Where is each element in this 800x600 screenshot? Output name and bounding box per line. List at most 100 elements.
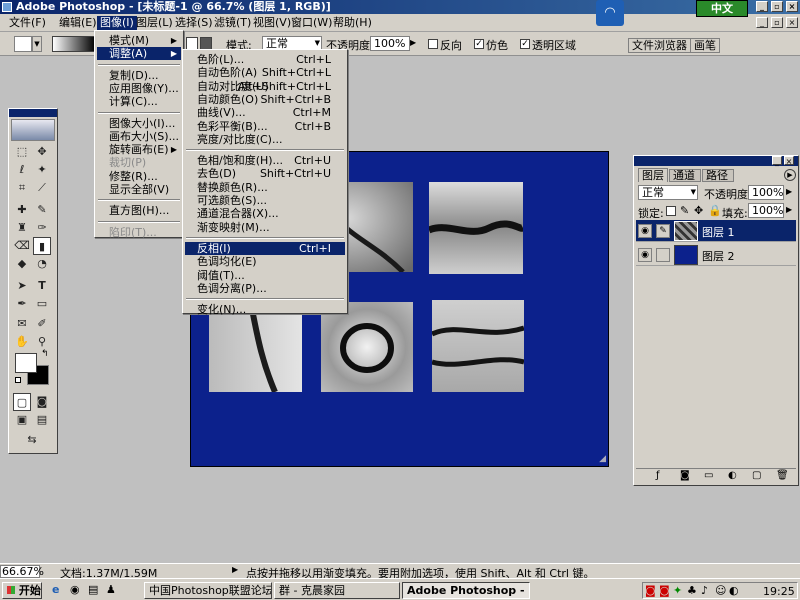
doc-minimize-icon[interactable]: _ — [756, 17, 768, 28]
history-brush-tool-icon[interactable]: ✑ — [33, 219, 51, 237]
default-colors-icon[interactable] — [15, 377, 21, 383]
blur-tool-icon[interactable]: ◆ — [13, 255, 31, 273]
menu-window[interactable]: 窗口(W) — [288, 16, 335, 30]
menu-item[interactable]: 修整(R)... — [97, 170, 181, 183]
lock-all-icon[interactable]: 🔒 — [708, 204, 722, 217]
tab-layers[interactable]: 图层 — [638, 168, 668, 182]
desktop-quicklaunch-icon[interactable]: ▤ — [88, 583, 98, 596]
tray-icon-4[interactable]: ♣ — [687, 584, 697, 597]
menu-item[interactable]: 图像大小(I)... — [97, 117, 181, 130]
tray-icon-7[interactable]: ◐ — [729, 584, 739, 597]
menu-item[interactable]: 旋转画布(E) ▶ — [97, 143, 181, 156]
full-screen-mode-icon[interactable]: ▤ — [33, 411, 51, 429]
menu-item[interactable]: 亮度/对比度(C)... — [185, 133, 345, 146]
fill-arrow-icon[interactable]: ▶ — [786, 205, 792, 214]
delete-layer-icon[interactable]: 🗑 — [776, 470, 789, 481]
adobe-logo-icon[interactable] — [11, 119, 55, 141]
layer-opacity-input[interactable]: 100% — [748, 185, 784, 200]
screen-mode-icon[interactable]: ▣ — [13, 411, 31, 429]
menu-select[interactable]: 选择(S) — [172, 16, 216, 30]
menu-item[interactable]: 自动颜色(O) Shift+Ctrl+B — [185, 93, 345, 106]
menu-item[interactable]: 替换颜色(R)... — [185, 181, 345, 194]
layer-visibility-eye-icon[interactable]: ◉ — [638, 248, 652, 262]
lock-paint-icon[interactable]: ✎ — [680, 204, 689, 217]
opacity-input[interactable]: 100% — [370, 36, 410, 51]
menu-item[interactable]: 去色(D) Shift+Ctrl+U — [185, 167, 345, 180]
panel-minimize-icon[interactable]: _ — [772, 156, 782, 166]
tray-icon-2[interactable]: ◙ — [659, 584, 670, 597]
gradient-tool-icon[interactable]: ▮ — [33, 237, 51, 255]
zoom-level-input[interactable]: 66.67% — [0, 565, 44, 578]
menu-item[interactable]: 通道混合器(X)... — [185, 207, 345, 220]
hand-tool-icon[interactable]: ✋ — [13, 333, 31, 351]
menu-image[interactable]: 图像(I) — [97, 16, 137, 30]
lasso-tool-icon[interactable]: ℓ — [13, 161, 31, 179]
dodge-tool-icon[interactable]: ◔ — [33, 255, 51, 273]
opacity-arrow-icon[interactable]: ▶ — [410, 38, 416, 47]
lock-move-icon[interactable]: ✥ — [694, 204, 703, 217]
lock-transparency-checkbox[interactable] — [666, 206, 676, 216]
menu-item[interactable]: 自动对比度(U) Alt+Shift+Ctrl+L — [185, 80, 345, 93]
menu-item[interactable]: 色彩平衡(B)... Ctrl+B — [185, 120, 345, 133]
menu-item[interactable]: 计算(C)... — [97, 95, 181, 108]
new-layer-icon[interactable]: ▢ — [752, 470, 761, 481]
tray-icon-6[interactable]: ☺ — [715, 584, 726, 597]
tab-brushes[interactable]: 画笔 — [690, 38, 720, 53]
layer-row-2[interactable]: ◉ 图层 2 — [636, 244, 796, 266]
menu-item[interactable]: 复制(D)... — [97, 69, 181, 82]
layer-style-icon[interactable]: ƒ — [656, 470, 660, 481]
fill-input[interactable]: 100% — [748, 203, 784, 218]
quicklaunch-icon-2[interactable]: ◉ — [70, 583, 80, 596]
tab-channels[interactable]: 通道 — [669, 169, 701, 182]
type-tool-icon[interactable]: T — [33, 277, 51, 295]
path-selection-tool-icon[interactable]: ➤ — [13, 277, 31, 295]
menu-item[interactable]: 模式(M) ▶ — [97, 34, 181, 47]
tray-icon-5[interactable]: ♪ — [701, 584, 708, 597]
minimize-icon[interactable]: _ — [756, 1, 768, 12]
eye-logo-icon[interactable]: ◠ — [596, 0, 624, 26]
task-photoshop[interactable]: Adobe Photoshop - [未标... — [402, 582, 530, 599]
panel-menu-icon[interactable]: ▶ — [784, 169, 796, 181]
menu-item[interactable]: 反相(I) Ctrl+I — [185, 241, 345, 255]
close-icon[interactable]: × — [786, 1, 798, 12]
layer-link-slot[interactable] — [656, 248, 670, 262]
tab-paths[interactable]: 路径 — [702, 169, 734, 182]
quick-mask-mode-icon[interactable]: ◙ — [33, 393, 51, 411]
add-mask-icon[interactable]: ◙ — [680, 470, 690, 481]
menu-item[interactable]: 自动色阶(A) Shift+Ctrl+L — [185, 66, 345, 79]
start-button[interactable]: 开始 — [2, 582, 42, 599]
task-qq-group[interactable]: 群 - 克晨家园 — [274, 582, 400, 599]
magic-wand-tool-icon[interactable]: ✦ — [33, 161, 51, 179]
reverse-checkbox[interactable] — [428, 39, 438, 49]
crop-tool-icon[interactable]: ⌗ — [13, 179, 31, 197]
menu-item[interactable]: 色相/饱和度(H)... Ctrl+U — [185, 154, 345, 167]
menu-item[interactable]: 变化(N)... — [185, 303, 345, 316]
transparency-checkbox[interactable]: ✓ — [520, 39, 530, 49]
menu-item[interactable]: 色调分离(P)... — [185, 282, 345, 295]
slice-tool-icon[interactable]: ⟋ — [33, 179, 51, 197]
menu-item[interactable]: 直方图(H)... — [97, 204, 181, 217]
menu-filter[interactable]: 滤镜(T) — [211, 16, 254, 30]
menu-item[interactable]: 渐变映射(M)... — [185, 221, 345, 234]
layer-opacity-arrow-icon[interactable]: ▶ — [786, 187, 792, 196]
task-forum[interactable]: 中国Photoshop联盟论坛... — [144, 582, 272, 599]
restore-icon[interactable]: ▫ — [771, 1, 783, 12]
dither-checkbox[interactable]: ✓ — [474, 39, 484, 49]
gradient-tool-icon[interactable] — [14, 36, 32, 52]
healing-brush-tool-icon[interactable]: ✚ — [13, 201, 31, 219]
move-tool-icon[interactable]: ✥ — [33, 143, 51, 161]
tab-file-browser[interactable]: 文件浏览器 — [628, 38, 691, 53]
swap-colors-icon[interactable]: ↰ — [41, 349, 49, 359]
resize-grip-icon[interactable]: ◢ — [599, 454, 606, 464]
adjustment-layer-icon[interactable]: ◐ — [728, 470, 737, 481]
doc-restore-icon[interactable]: ▫ — [771, 17, 783, 28]
menu-item[interactable]: 显示全部(V) — [97, 183, 181, 196]
foreground-color-swatch[interactable] — [15, 353, 37, 373]
imageready-jump-icon[interactable]: ⇆ — [23, 431, 41, 449]
menu-file[interactable]: 文件(F) — [6, 16, 49, 30]
ie-quicklaunch-icon[interactable]: e — [52, 583, 59, 596]
menu-item[interactable]: 阈值(T)... — [185, 269, 345, 282]
menu-item[interactable]: 应用图像(Y)... — [97, 82, 181, 95]
brush-tool-icon[interactable]: ✎ — [33, 201, 51, 219]
menu-item[interactable]: 可选颜色(S)... — [185, 194, 345, 207]
